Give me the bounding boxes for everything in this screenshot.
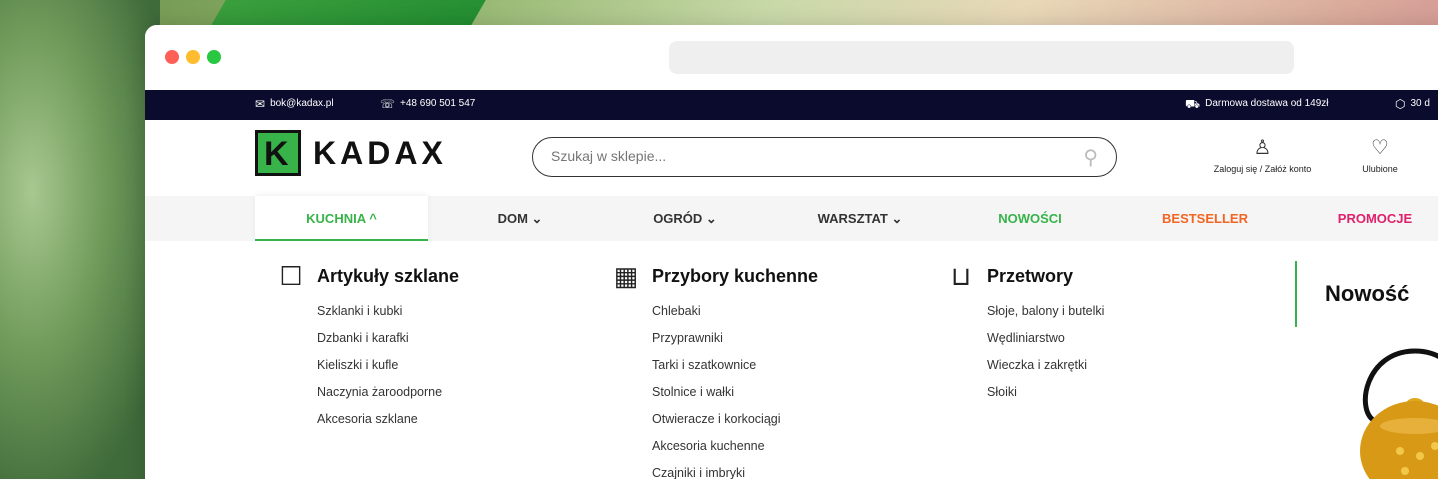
mug-icon: ☐ xyxy=(279,261,303,291)
returns-text: 30 d xyxy=(1410,98,1430,109)
phone-contact[interactable]: ☏ +48 690 501 547 xyxy=(380,96,476,111)
menu-item[interactable]: Szklanki i kubki xyxy=(317,298,459,325)
menu-item[interactable]: Chlebaki xyxy=(652,298,818,325)
menu-item[interactable]: Otwieracze i korkociągi xyxy=(652,406,818,433)
nav-tab-ogrod[interactable]: OGRÓD ⌄ xyxy=(635,196,735,241)
menu-item[interactable]: Kieliszki i kufle xyxy=(317,352,459,379)
phone-text: +48 690 501 547 xyxy=(400,98,476,109)
site-header: K KADAX ⚲ ♙ Zaloguj się / Załóż konto ♡ … xyxy=(145,120,1438,196)
email-text: bok@kadax.pl xyxy=(270,98,334,109)
logo-text: KADAX xyxy=(313,134,447,171)
menu-item[interactable]: Akcesoria szklane xyxy=(317,406,459,433)
teapot-product-image[interactable] xyxy=(1345,341,1438,479)
nav-tab-warsztat[interactable]: WARSZTAT ⌄ xyxy=(795,196,925,241)
column-title[interactable]: Przetwory xyxy=(987,266,1073,287)
nav-tab-nowosci[interactable]: NOWOŚCI xyxy=(980,196,1080,241)
search-input[interactable] xyxy=(551,148,1051,164)
menu-item[interactable]: Stolnice i wałki xyxy=(652,379,818,406)
nav-tab-dom[interactable]: DOM ⌄ xyxy=(475,196,565,241)
favorites-label: Ulubione xyxy=(1362,164,1398,174)
main-navigation: KUCHNIA ^ DOM ⌄ OGRÓD ⌄ WARSZTAT ⌄ NOWOŚ… xyxy=(145,196,1438,241)
menu-column-glass: ☐ Artykuły szklane Szklanki i kubki Dzba… xyxy=(275,261,459,433)
shipping-text: Darmowa dostawa od 149zł xyxy=(1205,98,1329,109)
account-link[interactable]: ♙ Zaloguj się / Załóż konto xyxy=(1195,135,1330,174)
menu-item[interactable]: Przyprawniki xyxy=(652,325,818,352)
envelope-icon: ✉ xyxy=(255,96,266,111)
grater-icon: ▦ xyxy=(613,261,639,291)
menu-item[interactable]: Słoiki xyxy=(987,379,1104,406)
user-icon: ♙ xyxy=(1253,137,1272,159)
menu-item[interactable]: Akcesoria kuchenne xyxy=(652,433,818,460)
account-label: Zaloguj się / Załóż konto xyxy=(1213,164,1312,174)
menu-item[interactable]: Czajniki i imbryki xyxy=(652,460,818,479)
menu-item[interactable]: Tarki i szatkownice xyxy=(652,352,818,379)
menu-item[interactable]: Wieczka i zakrętki xyxy=(987,352,1104,379)
background-left xyxy=(0,0,160,479)
menu-column-preserves: ⊔ Przetwory Słoje, balony i butelki Wędl… xyxy=(945,261,1105,406)
email-contact[interactable]: ✉ bok@kadax.pl xyxy=(255,96,334,111)
nav-tab-kuchnia[interactable]: KUCHNIA ^ xyxy=(255,196,428,241)
address-bar[interactable] xyxy=(669,41,1294,74)
box-icon: ⬡ xyxy=(1395,96,1406,111)
search-icon[interactable]: ⚲ xyxy=(1083,145,1098,170)
nav-tab-bestseller[interactable]: BESTSELLER xyxy=(1150,196,1260,241)
phone-icon: ☏ xyxy=(380,96,396,111)
maximize-window-button[interactable] xyxy=(207,50,221,64)
browser-window: ✉ bok@kadax.pl ☏ +48 690 501 547 ⛟ Darmo… xyxy=(145,25,1438,479)
truck-icon: ⛟ xyxy=(1185,96,1201,111)
site-logo[interactable]: K KADAX xyxy=(255,130,447,176)
new-products-title: Nowość xyxy=(1325,281,1410,306)
column-title[interactable]: Przybory kuchenne xyxy=(652,266,818,287)
minimize-window-button[interactable] xyxy=(186,50,200,64)
nav-tab-promocje[interactable]: PROMOCJE xyxy=(1320,196,1430,241)
top-info-bar: ✉ bok@kadax.pl ☏ +48 690 501 547 ⛟ Darmo… xyxy=(145,90,1438,120)
logo-mark: K xyxy=(255,130,301,176)
heart-icon: ♡ xyxy=(1371,137,1389,159)
jar-icon: ⊔ xyxy=(950,261,972,291)
menu-item[interactable]: Naczynia żaroodporne xyxy=(317,379,459,406)
menu-item[interactable]: Dzbanki i karafki xyxy=(317,325,459,352)
menu-item[interactable]: Wędliniarstwo xyxy=(987,325,1104,352)
returns-info: ⬡ 30 d xyxy=(1395,96,1430,111)
free-shipping-info: ⛟ Darmowa dostawa od 149zł xyxy=(1185,96,1329,111)
menu-item[interactable]: Słoje, balony i butelki xyxy=(987,298,1104,325)
search-box: ⚲ xyxy=(532,137,1117,177)
column-title[interactable]: Artykuły szklane xyxy=(317,266,459,287)
menu-column-kitchen-tools: ▦ Przybory kuchenne Chlebaki Przyprawnik… xyxy=(610,261,818,479)
favorites-link[interactable]: ♡ Ulubione xyxy=(1350,135,1410,174)
green-divider xyxy=(1295,261,1297,327)
window-titlebar xyxy=(145,25,1438,90)
close-window-button[interactable] xyxy=(165,50,179,64)
mega-menu: ☐ Artykuły szklane Szklanki i kubki Dzba… xyxy=(145,241,1438,479)
